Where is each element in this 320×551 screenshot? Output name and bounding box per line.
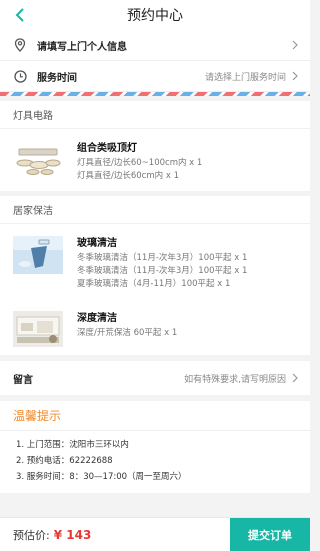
personal-info-label: 请填写上门个人信息 (37, 41, 127, 53)
section-title: 居家保洁 (0, 196, 310, 224)
item-name: 玻璃清洁 (77, 238, 117, 249)
item-name: 组合类吸顶灯 (77, 143, 137, 154)
header: 预约中心 (0, 0, 310, 30)
page-title: 预约中心 (127, 8, 183, 24)
submit-order-button[interactable]: 提交订单 (230, 518, 310, 551)
tip-item: 3. 服务时间：8：30—17:00（周一至周六） (16, 472, 187, 482)
service-time-row[interactable]: 服务时间 请选择上门服务时间 (0, 61, 310, 92)
message-label: 留言 (13, 374, 33, 386)
service-time-label: 服务时间 (37, 72, 77, 84)
deep-cleaning-image (13, 311, 63, 347)
section-title: 灯具电路 (0, 101, 310, 129)
message-row[interactable]: 留言 如有特殊要求,请写明原因 (0, 361, 310, 395)
glass-cleaning-image (13, 236, 63, 274)
chevron-right-icon (292, 373, 300, 383)
location-pin-icon (13, 38, 27, 52)
back-arrow-icon[interactable] (12, 6, 28, 24)
price-label: 预估价: (13, 528, 50, 542)
tips-panel: 温馨提示 1. 上门范围：沈阳市三环以内 2. 预约电话：62222688 3.… (0, 401, 310, 493)
list-item[interactable]: 组合类吸顶灯 灯具直径/边长60~100cm内 x 1 灯具直径/边长60cm内… (0, 129, 310, 191)
clock-icon (13, 69, 27, 83)
service-time-value: 请选择上门服务时间 (204, 72, 286, 83)
item-spec: 灯具直径/边长60cm内 x 1 (77, 171, 179, 181)
tips-list: 1. 上门范围：沈阳市三环以内 2. 预约电话：62222688 3. 服务时间… (0, 431, 310, 485)
booking-page: 预约中心 请填写上门个人信息 服务时间 请选择上门服务时间 灯具电路 组合类吸顶… (0, 0, 310, 551)
list-item[interactable]: 玻璃清洁 冬季玻璃清洁（11月-次年3月）100平起 x 1 冬季玻璃清洁（11… (0, 224, 310, 299)
personal-info-row[interactable]: 请填写上门个人信息 (0, 30, 310, 61)
tips-title: 温馨提示 (0, 401, 310, 431)
chevron-right-icon (292, 40, 300, 50)
item-spec: 灯具直径/边长60~100cm内 x 1 (77, 158, 203, 168)
chevron-right-icon (292, 71, 300, 81)
envelope-stripe-divider (0, 92, 310, 96)
estimated-price: ¥ 143 (53, 527, 92, 542)
bottom-bar: 预估价: ¥ 143 提交订单 (0, 517, 310, 551)
item-spec: 冬季玻璃清洁（11月-次年3月）100平起 x 1 (77, 266, 248, 276)
item-spec: 深度/开荒保洁 60平起 x 1 (77, 328, 178, 338)
tip-item: 2. 预约电话：62222688 (16, 456, 113, 466)
message-placeholder: 如有特殊要求,请写明原因 (184, 374, 286, 385)
item-spec: 冬季玻璃清洁（11月-次年3月）100平起 x 1 (77, 253, 248, 263)
list-item[interactable]: 深度清洁 深度/开荒保洁 60平起 x 1 (0, 299, 310, 355)
ceiling-lamp-image (13, 141, 63, 177)
item-spec: 夏季玻璃清洁（4月-11月）100平起 x 1 (77, 279, 231, 289)
item-name: 深度清洁 (77, 313, 117, 324)
tip-item: 1. 上门范围：沈阳市三环以内 (16, 440, 129, 450)
info-panel: 请填写上门个人信息 服务时间 请选择上门服务时间 (0, 30, 310, 96)
cleaning-section: 居家保洁 玻璃清洁 冬季玻璃清洁（11月-次年3月）100平起 x 1 冬季玻璃… (0, 196, 310, 355)
lighting-section: 灯具电路 组合类吸顶灯 灯具直径/边长60~100cm内 x 1 灯具直径/边长… (0, 101, 310, 191)
